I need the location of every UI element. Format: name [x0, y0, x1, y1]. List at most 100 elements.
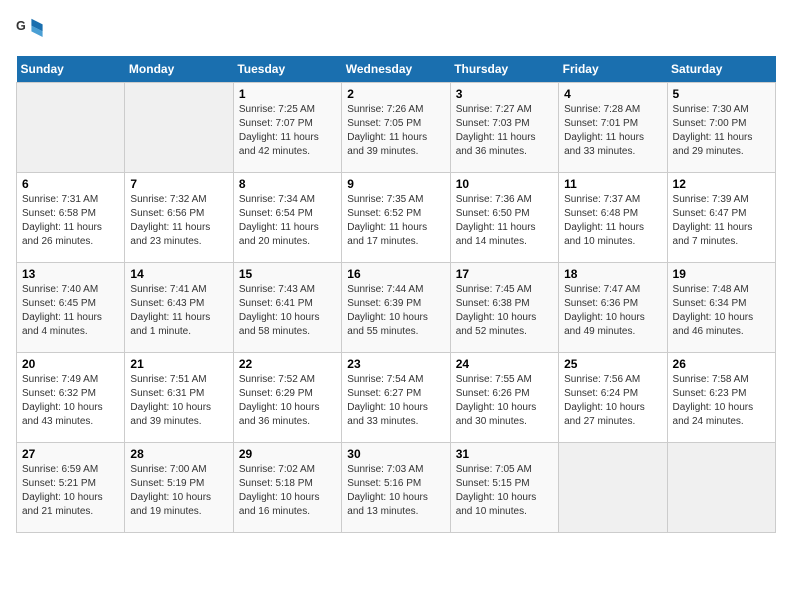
- calendar-cell: [17, 83, 125, 173]
- calendar-cell: 12 Sunrise: 7:39 AM Sunset: 6:47 PM Dayli…: [667, 173, 775, 263]
- day-number: 1: [239, 87, 336, 101]
- calendar-cell: 24Sunrise: 7:55 AM Sunset: 6:26 PM Dayli…: [450, 353, 558, 443]
- calendar-week-row: 1 Sunrise: 7:25 AM Sunset: 7:07 PM Daylig…: [17, 83, 776, 173]
- calendar-cell: 11 Sunrise: 7:37 AM Sunset: 6:48 PM Dayli…: [559, 173, 667, 263]
- weekday-header: Tuesday: [233, 56, 341, 83]
- day-number: 23: [347, 357, 444, 371]
- calendar-table: SundayMondayTuesdayWednesdayThursdayFrid…: [16, 56, 776, 533]
- calendar-cell: 10 Sunrise: 7:36 AM Sunset: 6:50 PM Dayli…: [450, 173, 558, 263]
- weekday-header: Thursday: [450, 56, 558, 83]
- day-info: Sunrise: 7:03 AM Sunset: 5:16 PM Dayligh…: [347, 463, 444, 519]
- day-number: 11: [564, 177, 661, 191]
- day-number: 12: [673, 177, 770, 191]
- calendar-cell: 23Sunrise: 7:54 AM Sunset: 6:27 PM Dayli…: [342, 353, 450, 443]
- calendar-cell: 31 Sunrise: 7:05 AM Sunset: 5:15 PM Dayli…: [450, 443, 558, 533]
- calendar-week-row: 6 Sunrise: 7:31 AM Sunset: 6:58 PM Daylig…: [17, 173, 776, 263]
- calendar-cell: 30 Sunrise: 7:03 AM Sunset: 5:16 PM Dayli…: [342, 443, 450, 533]
- day-info: Sunrise: 7:39 AM Sunset: 6:47 PM Dayligh…: [673, 193, 770, 249]
- day-number: 30: [347, 447, 444, 461]
- day-info: Sunrise: 7:35 AM Sunset: 6:52 PM Dayligh…: [347, 193, 444, 249]
- calendar-cell: 6 Sunrise: 7:31 AM Sunset: 6:58 PM Daylig…: [17, 173, 125, 263]
- weekday-header: Sunday: [17, 56, 125, 83]
- day-number: 25: [564, 357, 661, 371]
- calendar-cell: 7Sunrise: 7:32 AM Sunset: 6:56 PM Daylig…: [125, 173, 233, 263]
- calendar-cell: 14 Sunrise: 7:41 AM Sunset: 6:43 PM Dayli…: [125, 263, 233, 353]
- day-info: Sunrise: 7:27 AM Sunset: 7:03 PM Dayligh…: [456, 103, 553, 159]
- day-number: 20: [22, 357, 119, 371]
- calendar-cell: 25Sunrise: 7:56 AM Sunset: 6:24 PM Dayli…: [559, 353, 667, 443]
- day-info: Sunrise: 7:55 AM Sunset: 6:26 PM Dayligh…: [456, 373, 553, 429]
- calendar-cell: 17 Sunrise: 7:45 AM Sunset: 6:38 PM Dayli…: [450, 263, 558, 353]
- day-info: Sunrise: 7:32 AM Sunset: 6:56 PM Dayligh…: [130, 193, 227, 249]
- calendar-cell: 28Sunrise: 7:00 AM Sunset: 5:19 PM Dayli…: [125, 443, 233, 533]
- logo: G: [16, 16, 48, 44]
- day-info: Sunrise: 7:40 AM Sunset: 6:45 PM Dayligh…: [22, 283, 119, 339]
- calendar-cell: 19Sunrise: 7:48 AM Sunset: 6:34 PM Dayli…: [667, 263, 775, 353]
- day-info: Sunrise: 7:47 AM Sunset: 6:36 PM Dayligh…: [564, 283, 661, 339]
- day-number: 15: [239, 267, 336, 281]
- calendar-cell: 27 Sunrise: 6:59 AM Sunset: 5:21 PM Dayli…: [17, 443, 125, 533]
- calendar-week-row: 20 Sunrise: 7:49 AM Sunset: 6:32 PM Dayli…: [17, 353, 776, 443]
- day-number: 31: [456, 447, 553, 461]
- day-number: 8: [239, 177, 336, 191]
- day-info: Sunrise: 7:30 AM Sunset: 7:00 PM Dayligh…: [673, 103, 770, 159]
- day-number: 5: [673, 87, 770, 101]
- day-number: 14: [130, 267, 227, 281]
- day-info: Sunrise: 7:43 AM Sunset: 6:41 PM Dayligh…: [239, 283, 336, 339]
- day-number: 26: [673, 357, 770, 371]
- weekday-header-row: SundayMondayTuesdayWednesdayThursdayFrid…: [17, 56, 776, 83]
- calendar-cell: 3 Sunrise: 7:27 AM Sunset: 7:03 PM Daylig…: [450, 83, 558, 173]
- day-number: 21: [130, 357, 227, 371]
- calendar-cell: 21 Sunrise: 7:51 AM Sunset: 6:31 PM Dayli…: [125, 353, 233, 443]
- calendar-cell: [559, 443, 667, 533]
- day-number: 13: [22, 267, 119, 281]
- day-number: 10: [456, 177, 553, 191]
- calendar-cell: 1 Sunrise: 7:25 AM Sunset: 7:07 PM Daylig…: [233, 83, 341, 173]
- calendar-week-row: 27 Sunrise: 6:59 AM Sunset: 5:21 PM Dayli…: [17, 443, 776, 533]
- day-info: Sunrise: 7:51 AM Sunset: 6:31 PM Dayligh…: [130, 373, 227, 429]
- day-number: 3: [456, 87, 553, 101]
- day-info: Sunrise: 6:59 AM Sunset: 5:21 PM Dayligh…: [22, 463, 119, 519]
- calendar-cell: 2 Sunrise: 7:26 AM Sunset: 7:05 PM Daylig…: [342, 83, 450, 173]
- day-info: Sunrise: 7:37 AM Sunset: 6:48 PM Dayligh…: [564, 193, 661, 249]
- calendar-cell: [125, 83, 233, 173]
- calendar-cell: 18 Sunrise: 7:47 AM Sunset: 6:36 PM Dayli…: [559, 263, 667, 353]
- svg-text:G: G: [16, 19, 26, 33]
- calendar-cell: 15 Sunrise: 7:43 AM Sunset: 6:41 PM Dayli…: [233, 263, 341, 353]
- calendar-cell: 9 Sunrise: 7:35 AM Sunset: 6:52 PM Daylig…: [342, 173, 450, 263]
- day-number: 4: [564, 87, 661, 101]
- day-number: 19: [673, 267, 770, 281]
- day-number: 27: [22, 447, 119, 461]
- calendar-cell: 13 Sunrise: 7:40 AM Sunset: 6:45 PM Dayli…: [17, 263, 125, 353]
- calendar-cell: 22Sunrise: 7:52 AM Sunset: 6:29 PM Dayli…: [233, 353, 341, 443]
- day-info: Sunrise: 7:05 AM Sunset: 5:15 PM Dayligh…: [456, 463, 553, 519]
- day-info: Sunrise: 7:36 AM Sunset: 6:50 PM Dayligh…: [456, 193, 553, 249]
- calendar-cell: 8 Sunrise: 7:34 AM Sunset: 6:54 PM Daylig…: [233, 173, 341, 263]
- day-number: 29: [239, 447, 336, 461]
- day-info: Sunrise: 7:28 AM Sunset: 7:01 PM Dayligh…: [564, 103, 661, 159]
- calendar-cell: 5 Sunrise: 7:30 AM Sunset: 7:00 PM Daylig…: [667, 83, 775, 173]
- day-info: Sunrise: 7:02 AM Sunset: 5:18 PM Dayligh…: [239, 463, 336, 519]
- calendar-week-row: 13 Sunrise: 7:40 AM Sunset: 6:45 PM Dayli…: [17, 263, 776, 353]
- day-info: Sunrise: 7:44 AM Sunset: 6:39 PM Dayligh…: [347, 283, 444, 339]
- day-info: Sunrise: 7:45 AM Sunset: 6:38 PM Dayligh…: [456, 283, 553, 339]
- day-number: 16: [347, 267, 444, 281]
- day-info: Sunrise: 7:00 AM Sunset: 5:19 PM Dayligh…: [130, 463, 227, 519]
- day-number: 18: [564, 267, 661, 281]
- day-number: 9: [347, 177, 444, 191]
- day-info: Sunrise: 7:52 AM Sunset: 6:29 PM Dayligh…: [239, 373, 336, 429]
- day-number: 17: [456, 267, 553, 281]
- day-number: 2: [347, 87, 444, 101]
- day-info: Sunrise: 7:26 AM Sunset: 7:05 PM Dayligh…: [347, 103, 444, 159]
- day-info: Sunrise: 7:34 AM Sunset: 6:54 PM Dayligh…: [239, 193, 336, 249]
- day-number: 6: [22, 177, 119, 191]
- day-info: Sunrise: 7:25 AM Sunset: 7:07 PM Dayligh…: [239, 103, 336, 159]
- calendar-cell: 4 Sunrise: 7:28 AM Sunset: 7:01 PM Daylig…: [559, 83, 667, 173]
- day-info: Sunrise: 7:31 AM Sunset: 6:58 PM Dayligh…: [22, 193, 119, 249]
- day-info: Sunrise: 7:49 AM Sunset: 6:32 PM Dayligh…: [22, 373, 119, 429]
- calendar-cell: 26Sunrise: 7:58 AM Sunset: 6:23 PM Dayli…: [667, 353, 775, 443]
- calendar-cell: [667, 443, 775, 533]
- weekday-header: Monday: [125, 56, 233, 83]
- day-info: Sunrise: 7:41 AM Sunset: 6:43 PM Dayligh…: [130, 283, 227, 339]
- weekday-header: Friday: [559, 56, 667, 83]
